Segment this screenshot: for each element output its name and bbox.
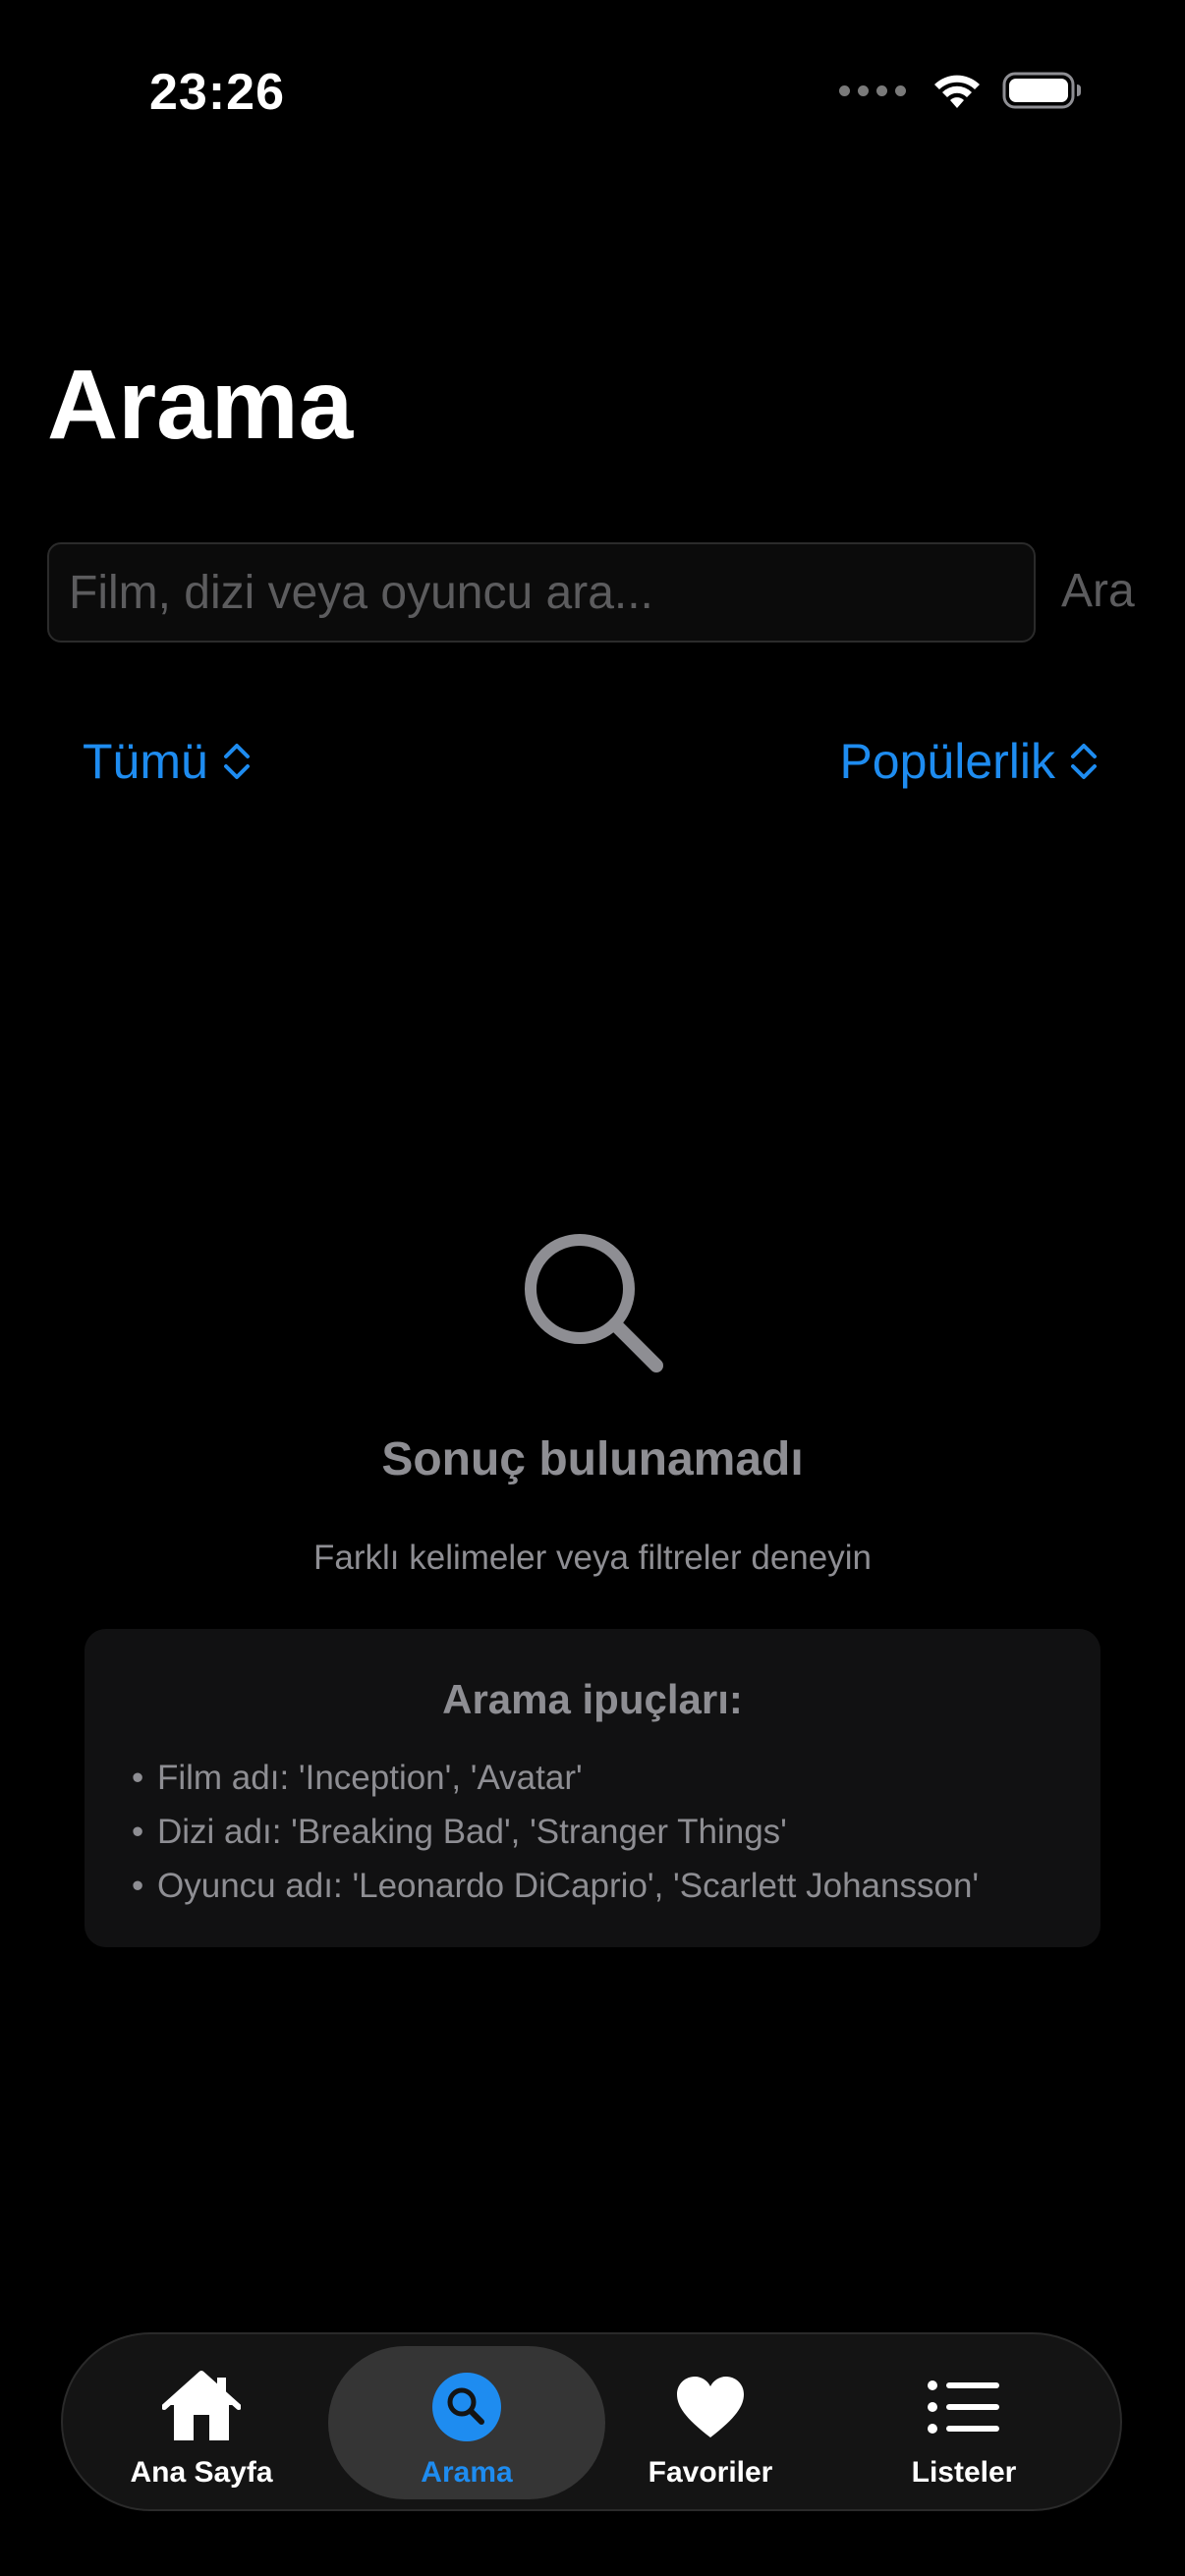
type-filter-picker[interactable]: Tümü [83, 733, 252, 790]
tab-favorites[interactable]: Favoriler [582, 2346, 839, 2499]
house-icon [162, 2371, 241, 2440]
signal-icon [839, 84, 906, 96]
tab-lists[interactable]: Listeler [835, 2346, 1093, 2499]
tips-list: • Film adı: 'Inception', 'Avatar' • Dizi a… [132, 1751, 979, 1913]
tab-label: Favoriler [648, 2456, 773, 2489]
battery-icon [1002, 72, 1081, 109]
page-title: Arama [47, 350, 354, 460]
magnifying-glass-icon [525, 1234, 663, 1372]
tab-label: Listeler [911, 2456, 1017, 2489]
wifi-icon [934, 75, 980, 108]
tips-title: Arama ipuçları: [442, 1676, 743, 1722]
empty-state-subtitle: Farklı kelimeler veya filtreler deneyin [313, 1539, 872, 1577]
tip-item: • Oyuncu adı: 'Leonardo DiCaprio', 'Scarl… [132, 1867, 980, 1905]
sort-label: Popülerlik [839, 734, 1055, 789]
empty-state-title: Sonuç bulunamadı [381, 1433, 804, 1485]
tab-bar: Ana Sayfa Arama Favoriler Listeler [61, 2332, 1122, 2511]
chevron-up-down-icon [223, 744, 250, 779]
tab-label: Arama [421, 2456, 513, 2489]
tab-search[interactable]: Arama [328, 2346, 605, 2499]
type-filter-label: Tümü [83, 734, 208, 789]
status-time: 23:26 [149, 64, 285, 121]
list-icon [928, 2380, 999, 2434]
tab-home[interactable]: Ana Sayfa [73, 2346, 330, 2499]
sort-picker[interactable]: Popülerlik [839, 733, 1099, 790]
tip-item: • Film adı: 'Inception', 'Avatar' [132, 1759, 583, 1797]
search-submit-button[interactable]: Ara [1061, 564, 1135, 618]
tip-item: • Dizi adı: 'Breaking Bad', 'Stranger Thi… [132, 1813, 787, 1851]
tab-label: Ana Sayfa [130, 2456, 273, 2489]
search-icon [432, 2373, 501, 2441]
chevron-up-down-icon [1071, 744, 1097, 779]
search-tips-card: Arama ipuçları: • Film adı: 'Inception', … [85, 1629, 1100, 1947]
heart-icon [677, 2377, 744, 2437]
status-icons [839, 71, 1083, 110]
search-input[interactable] [47, 542, 1036, 643]
